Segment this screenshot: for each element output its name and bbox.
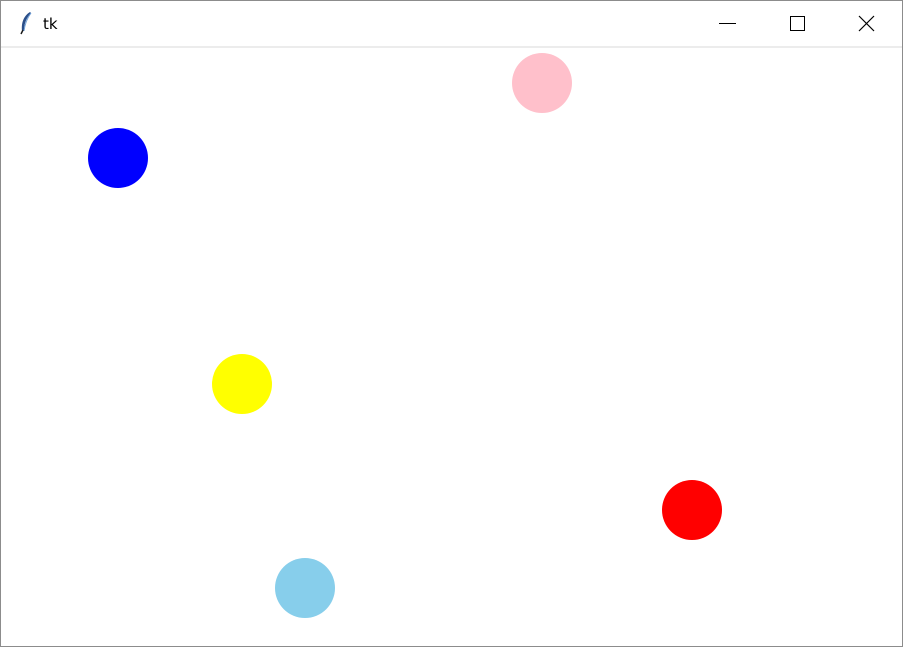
ball-blue <box>88 128 148 188</box>
ball-pink <box>512 53 572 113</box>
maximize-button[interactable] <box>762 1 832 46</box>
ball-skyblue <box>275 558 335 618</box>
app-window: tk <box>0 0 903 647</box>
tk-feather-icon <box>18 11 34 35</box>
minimize-button[interactable] <box>693 1 763 46</box>
title-bar[interactable]: tk <box>1 1 902 46</box>
ball-yellow <box>212 354 272 414</box>
drawing-canvas[interactable] <box>3 48 900 644</box>
ball-red <box>662 480 722 540</box>
close-button[interactable] <box>832 1 902 46</box>
window-title: tk <box>43 15 58 33</box>
